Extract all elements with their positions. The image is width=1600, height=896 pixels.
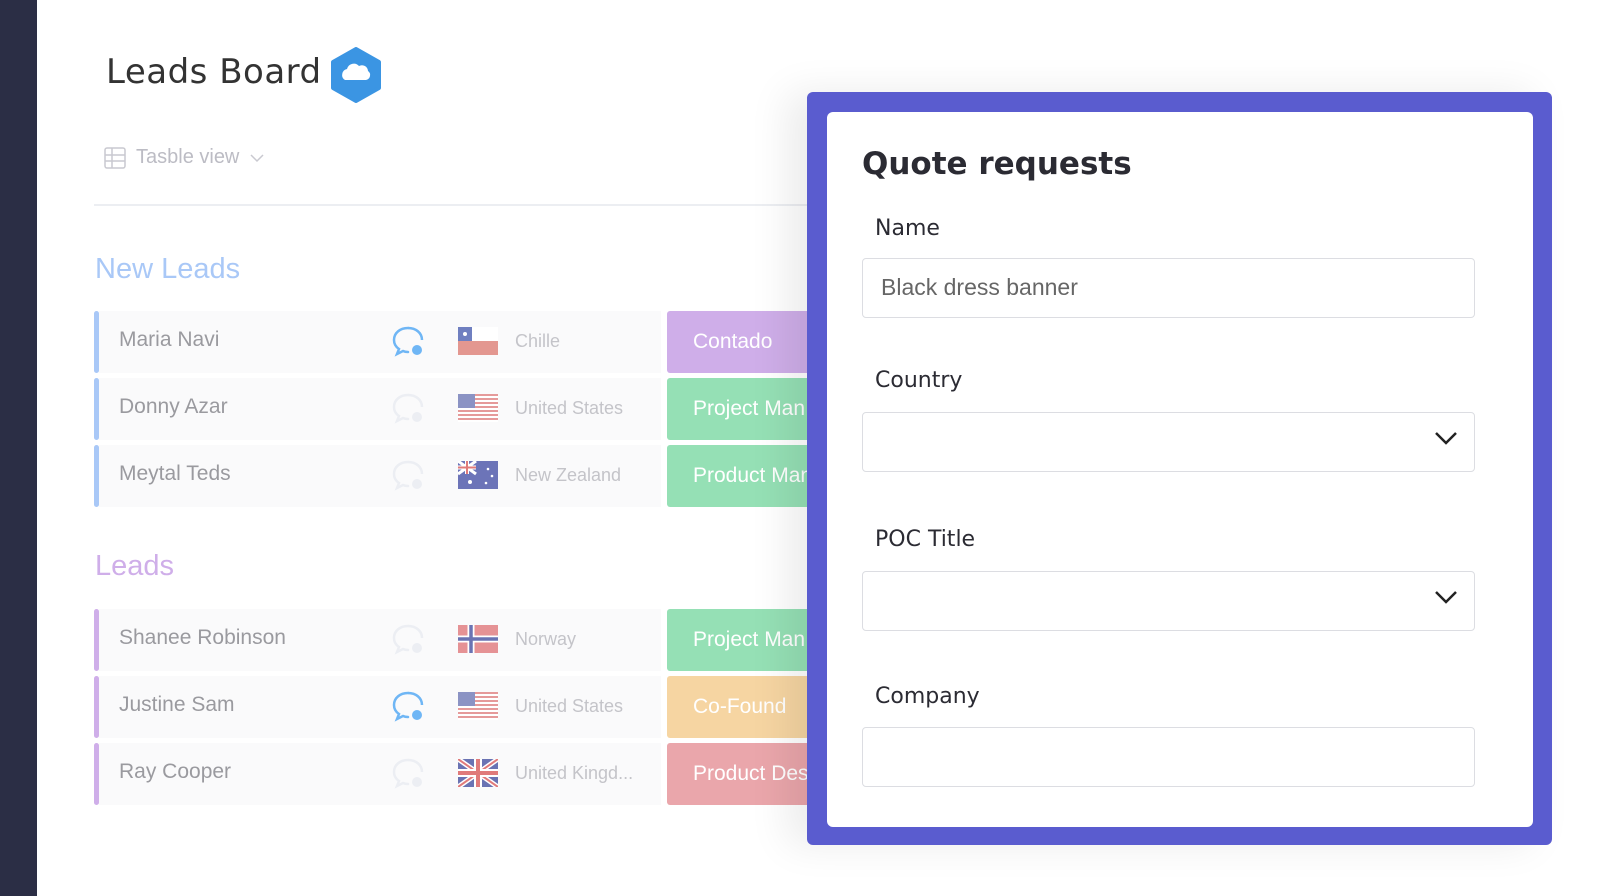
table-view-dropdown[interactable]: Tasble view	[104, 146, 265, 169]
status-label: Product Des	[693, 762, 809, 785]
salesforce-logo-icon	[331, 47, 381, 103]
table-row[interactable]: Donny Azar United States Project Man	[94, 378, 897, 440]
name-label: Name	[875, 216, 940, 241]
country-label: Country	[875, 368, 963, 393]
quote-form: Quote requests Name Black dress banner C…	[827, 112, 1533, 827]
chevron-down-icon	[1435, 432, 1457, 445]
uk-flag-icon	[458, 759, 498, 787]
country-cell[interactable]: United States	[437, 378, 661, 440]
quote-requests-panel: Quote requests Name Black dress banner C…	[807, 92, 1552, 845]
lead-name: Justine Sam	[119, 693, 235, 716]
table-row[interactable]: Shanee Robinson Norway Project Man	[94, 609, 897, 671]
us-flag-icon	[458, 692, 498, 720]
status-label: Project Man	[693, 628, 806, 651]
country-name: Chille	[515, 331, 561, 351]
name-input[interactable]: Black dress banner	[862, 258, 1475, 318]
chile-flag-icon	[458, 327, 498, 355]
chat-bubble-icon[interactable]	[391, 623, 425, 655]
table-row[interactable]: Maria Navi Chille Contado	[94, 311, 897, 373]
chat-bubble-icon[interactable]	[391, 757, 425, 789]
norway-flag-icon	[458, 625, 498, 653]
country-cell[interactable]: Norway	[437, 609, 661, 671]
poc-title-label: POC Title	[875, 527, 976, 552]
lead-name: Ray Cooper	[119, 760, 232, 783]
table-row[interactable]: Justine Sam United States Co-Found	[94, 676, 897, 738]
chevron-down-icon	[1435, 591, 1457, 604]
chevron-down-icon	[250, 153, 264, 162]
country-name: United Kingd...	[515, 763, 634, 783]
chat-bubble-icon[interactable]	[391, 459, 425, 491]
chat-bubble-icon[interactable]	[391, 690, 425, 722]
lead-name: Shanee Robinson	[119, 626, 286, 649]
country-name: United States	[515, 398, 624, 418]
company-input[interactable]	[862, 727, 1475, 787]
lead-name: Maria Navi	[119, 328, 220, 351]
name-value: Black dress banner	[881, 274, 1078, 300]
company-label: Company	[875, 684, 980, 709]
country-cell[interactable]: United Kingd...	[437, 743, 661, 805]
lead-name: Meytal Teds	[119, 462, 231, 485]
status-label: Contado	[693, 330, 773, 353]
group-title: Leads	[95, 550, 175, 582]
country-name: United States	[515, 696, 624, 716]
status-label: Product Man	[693, 464, 813, 487]
left-sidebar	[0, 0, 37, 896]
poc-title-select[interactable]	[862, 571, 1475, 631]
country-cell[interactable]: New Zealand	[437, 445, 661, 507]
chat-bubble-icon[interactable]	[391, 325, 425, 357]
view-label: Tasble view	[136, 146, 240, 168]
country-select[interactable]	[862, 412, 1475, 472]
table-icon	[104, 146, 126, 169]
status-label: Project Man	[693, 397, 806, 420]
page-title: Leads Board	[106, 52, 322, 92]
chat-bubble-icon[interactable]	[391, 392, 425, 424]
country-cell[interactable]: Chille	[437, 311, 661, 373]
form-title: Quote requests	[862, 146, 1132, 182]
nz-flag-icon	[458, 461, 498, 489]
table-row[interactable]: Ray Cooper United Kingd... Product Des	[94, 743, 897, 805]
lead-name: Donny Azar	[119, 395, 228, 418]
country-cell[interactable]: United States	[437, 676, 661, 738]
country-name: Norway	[515, 629, 577, 649]
us-flag-icon	[458, 394, 498, 422]
status-label: Co-Found	[693, 695, 787, 718]
divider	[94, 204, 814, 206]
group-title: New Leads	[95, 253, 241, 285]
table-row[interactable]: Meytal Teds New Zealand Product Man	[94, 445, 897, 507]
country-name: New Zealand	[515, 465, 622, 485]
